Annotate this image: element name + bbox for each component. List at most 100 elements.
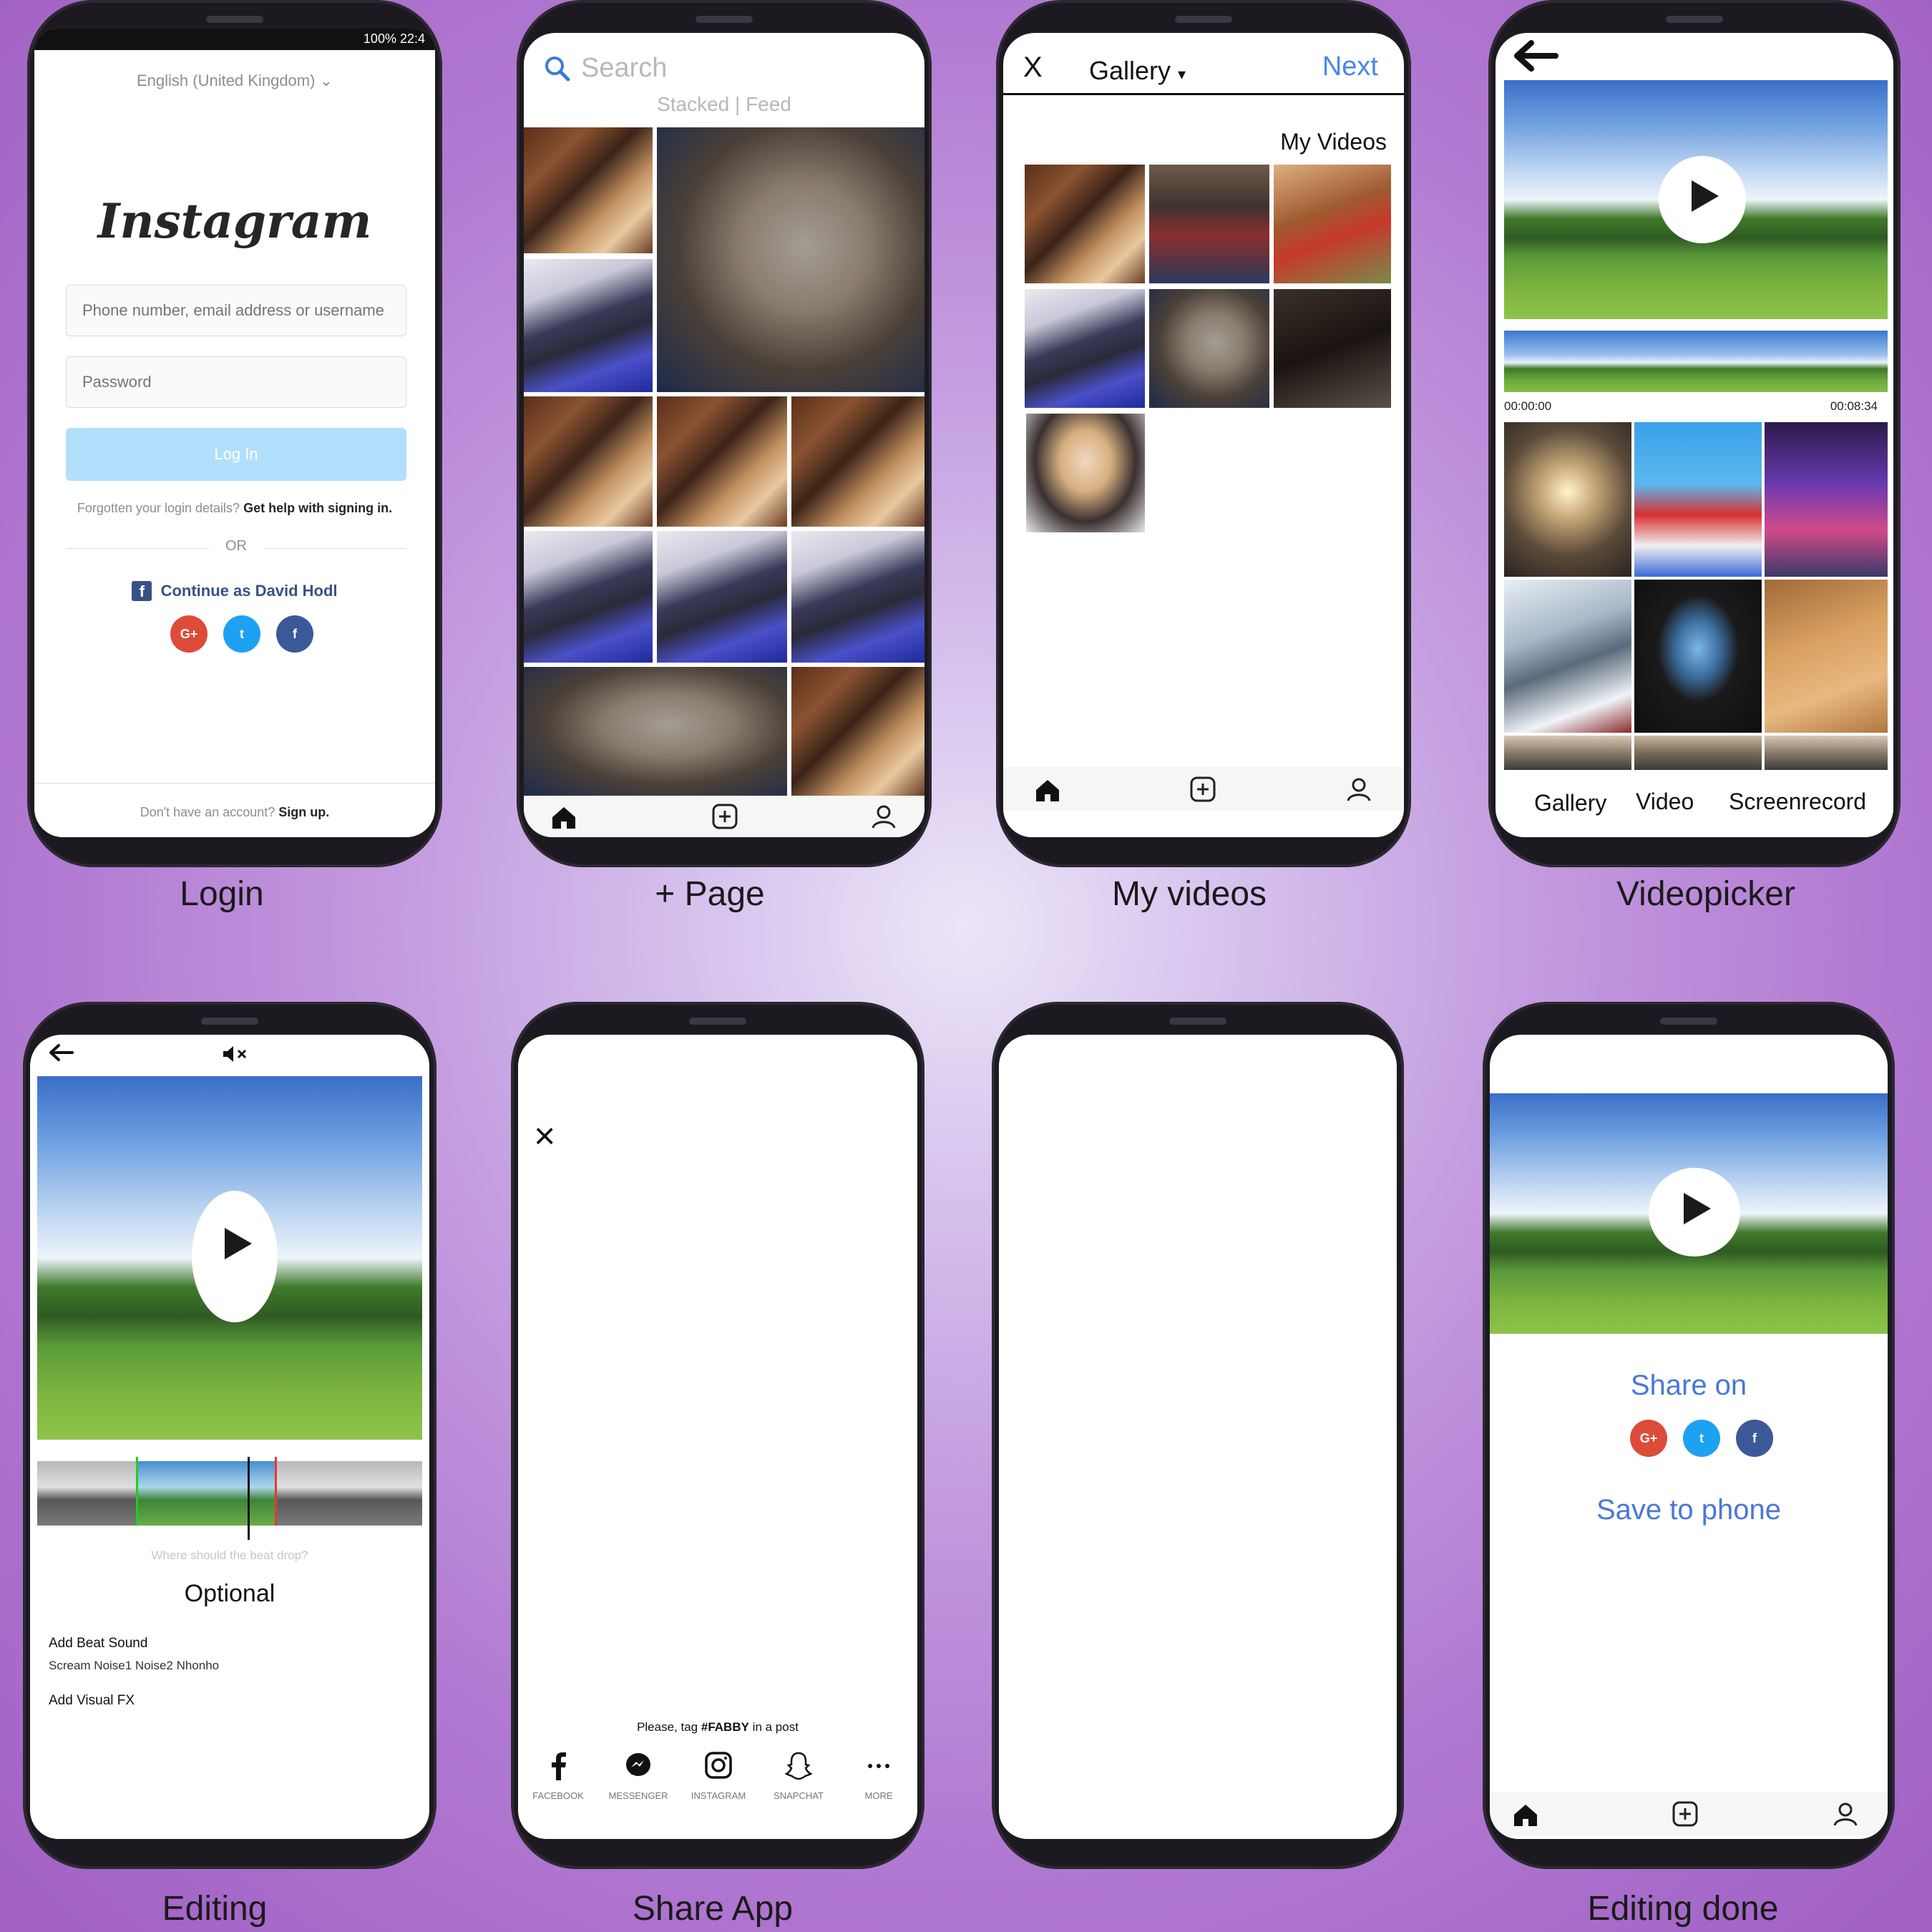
video-thumbnail[interactable] [791, 531, 924, 663]
video-thumbnail[interactable] [1025, 289, 1145, 408]
share-target-facebook[interactable]: FACEBOOK [518, 1750, 598, 1815]
close-button[interactable]: X [1023, 52, 1043, 84]
video-thumbnail[interactable] [1274, 165, 1391, 283]
tab-gallery[interactable]: Gallery [1534, 790, 1606, 816]
time-start: 00:00:00 [1504, 399, 1552, 413]
video-preview[interactable] [1490, 1093, 1888, 1334]
phone-share-app: × Please, tag #FABBY in a post FACEBOOK … [511, 1002, 924, 1869]
end-marker[interactable] [275, 1457, 277, 1526]
view-toggle[interactable]: Stacked | Feed [524, 93, 924, 116]
share-app-screen: × Please, tag #FABBY in a post FACEBOOK … [518, 1035, 917, 1839]
next-button[interactable]: Next [1322, 52, 1378, 82]
continue-facebook-button[interactable]: f Continue as David Hodl [34, 581, 435, 602]
facebook-share-icon[interactable]: f [276, 615, 313, 653]
editing-done-screen: Share on G+ t f Save to phone [1490, 1035, 1888, 1839]
signup-link[interactable]: Sign up. [278, 805, 329, 819]
optional-title: Optional [184, 1580, 275, 1607]
twitter-icon[interactable]: t [223, 615, 260, 653]
tag-prompt: Please, tag #FABBY in a post [637, 1720, 799, 1734]
home-icon[interactable] [1033, 776, 1062, 804]
help-link[interactable]: Get help with signing in. [243, 501, 392, 515]
video-thumbnail[interactable] [1765, 422, 1888, 577]
profile-icon[interactable] [1345, 776, 1372, 803]
or-label: OR [225, 538, 247, 554]
speaker-grille [689, 1018, 746, 1025]
save-to-phone-button[interactable]: Save to phone [1490, 1494, 1888, 1526]
phone-blank [992, 1002, 1404, 1869]
video-thumbnail[interactable] [1765, 580, 1888, 733]
mute-icon[interactable] [222, 1045, 249, 1063]
video-thumbnail[interactable] [1025, 165, 1145, 283]
video-thumbnail[interactable] [1504, 422, 1631, 577]
language-selector[interactable]: English (United Kingdom) ⌄ [34, 72, 435, 90]
speaker-grille [1175, 16, 1232, 23]
back-arrow-icon[interactable] [1514, 40, 1558, 72]
video-thumbnail[interactable] [657, 396, 787, 527]
video-thumbnail[interactable] [1149, 289, 1269, 408]
google-plus-icon[interactable]: G+ [1630, 1420, 1667, 1457]
share-target-snapchat[interactable]: SNAPCHAT [758, 1750, 839, 1815]
play-icon[interactable] [192, 1191, 278, 1322]
video-thumbnail[interactable] [657, 127, 924, 392]
video-thumbnail[interactable] [524, 259, 653, 392]
tab-video[interactable]: Video [1636, 789, 1694, 815]
video-thumbnail[interactable] [657, 531, 787, 663]
video-thumbnail[interactable] [524, 127, 653, 253]
beat-sound-options[interactable]: Scream Noise1 Noise2 Nhonho [49, 1659, 219, 1673]
video-thumbnail[interactable] [1634, 580, 1762, 733]
username-input[interactable] [66, 285, 406, 336]
video-thumbnail[interactable] [1026, 414, 1145, 532]
video-thumbnail[interactable] [524, 396, 653, 527]
speaker-grille [206, 16, 263, 23]
plus-page-screen: Search Stacked | Feed [524, 33, 924, 837]
start-marker[interactable] [136, 1457, 138, 1526]
forgot-login-row: Forgotten your login details? Get help w… [34, 501, 435, 516]
home-icon[interactable] [1511, 1800, 1540, 1829]
add-post-icon[interactable] [1672, 1800, 1699, 1828]
back-arrow-icon[interactable] [49, 1043, 74, 1062]
beat-timeline[interactable] [37, 1457, 422, 1540]
share-target-instagram[interactable]: INSTAGRAM [678, 1750, 758, 1815]
beat-selection[interactable] [136, 1461, 276, 1526]
close-button[interactable]: × [534, 1118, 555, 1155]
video-thumbnail[interactable] [524, 667, 787, 796]
video-preview[interactable] [1504, 80, 1888, 319]
profile-icon[interactable] [1832, 1800, 1859, 1828]
instagram-icon [705, 1752, 732, 1779]
video-thumbnail[interactable] [791, 667, 924, 796]
add-post-icon[interactable] [711, 803, 738, 830]
more-icon [868, 1764, 889, 1768]
video-thumbnail[interactable] [1634, 422, 1762, 577]
play-icon[interactable] [1659, 156, 1746, 243]
video-preview[interactable] [37, 1076, 422, 1440]
facebook-share-icon[interactable]: f [1736, 1420, 1773, 1457]
video-thumbnail[interactable] [1149, 165, 1269, 283]
twitter-icon[interactable]: t [1683, 1420, 1720, 1457]
search-bar[interactable]: Search [544, 50, 830, 86]
add-post-icon[interactable] [1189, 776, 1216, 803]
caption-plus-page: + Page [655, 875, 765, 913]
video-thumbnail[interactable] [1504, 580, 1631, 733]
password-input[interactable] [66, 356, 406, 408]
profile-icon[interactable] [870, 803, 897, 830]
video-thumbnail[interactable] [1765, 736, 1888, 770]
video-thumbnail[interactable] [1634, 736, 1762, 770]
video-thumbnail[interactable] [1504, 736, 1631, 770]
video-thumbnail[interactable] [524, 531, 653, 663]
share-target-more[interactable]: MORE [839, 1750, 917, 1815]
phone-my-videos: X Gallery ▾ Next My Videos [996, 0, 1411, 867]
video-thumbnail[interactable] [1274, 289, 1391, 408]
google-plus-icon[interactable]: G+ [170, 615, 208, 653]
playhead-marker[interactable] [248, 1457, 250, 1540]
play-icon[interactable] [1649, 1168, 1740, 1257]
share-target-messenger[interactable]: MESSENGER [598, 1750, 678, 1815]
video-thumbnail[interactable] [791, 396, 924, 527]
gallery-dropdown[interactable]: Gallery ▾ [1089, 56, 1186, 86]
tab-screenrecord[interactable]: Screenrecord [1729, 789, 1866, 815]
timeline-scrubber[interactable] [1504, 331, 1888, 392]
caption-editing: Editing [162, 1890, 268, 1928]
login-button[interactable]: Log In [66, 428, 406, 481]
home-icon[interactable] [550, 803, 578, 831]
add-visual-fx-label[interactable]: Add Visual FX [49, 1693, 135, 1709]
bottom-nav [1490, 1792, 1888, 1836]
